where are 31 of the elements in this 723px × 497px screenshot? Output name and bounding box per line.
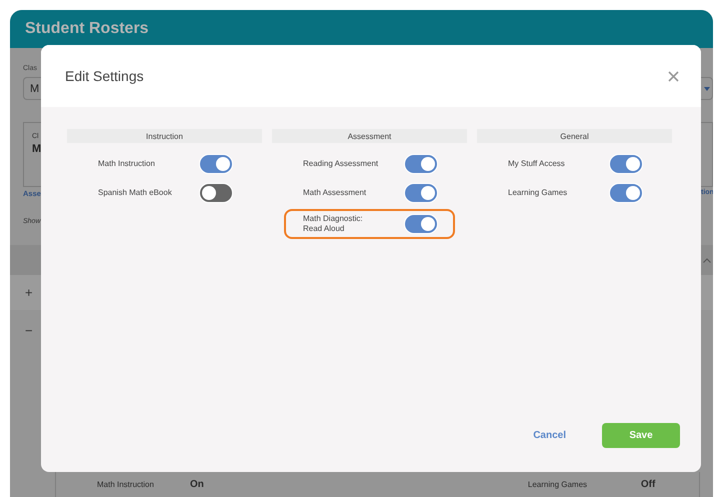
section-header: General xyxy=(477,129,672,143)
page-title: Student Rosters xyxy=(25,20,149,38)
toggle-switch[interactable] xyxy=(609,154,643,174)
section-header: Assessment xyxy=(272,129,467,143)
setting-label: My Stuff Access xyxy=(508,159,566,169)
expand-button[interactable]: + xyxy=(25,285,33,300)
setting-value: Off xyxy=(640,479,656,490)
save-button[interactable]: Save xyxy=(602,423,680,448)
setting-label: Reading Assessment xyxy=(303,159,380,169)
dialog-title: Edit Settings xyxy=(65,68,144,84)
toggle-switch[interactable] xyxy=(404,154,438,174)
caret-icon[interactable] xyxy=(704,86,710,90)
close-icon[interactable] xyxy=(668,70,679,82)
collapse-button[interactable]: − xyxy=(25,323,33,338)
setting-label: Learning Games xyxy=(508,188,568,198)
toggle-switch[interactable] xyxy=(199,154,233,174)
chevron-icon[interactable] xyxy=(703,258,711,262)
setting-label: Math Assessment xyxy=(303,188,368,198)
setting-value: On xyxy=(190,479,204,490)
toggle-switch[interactable] xyxy=(199,183,233,203)
setting-label: Math Instruction xyxy=(97,480,155,489)
card-value: M xyxy=(32,143,41,155)
toggle-switch[interactable] xyxy=(404,214,438,234)
setting-label: Spanish Math eBook xyxy=(98,188,173,198)
setting-label: Math Instruction xyxy=(98,159,156,169)
section-header: Instruction xyxy=(67,129,262,143)
toggle-switch[interactable] xyxy=(609,183,643,203)
toggle-switch[interactable] xyxy=(404,183,438,203)
setting-label: Learning Games xyxy=(528,480,588,489)
cancel-button[interactable]: Cancel xyxy=(531,426,568,445)
setting-label: Math Diagnostic: Read Aloud xyxy=(303,214,364,234)
